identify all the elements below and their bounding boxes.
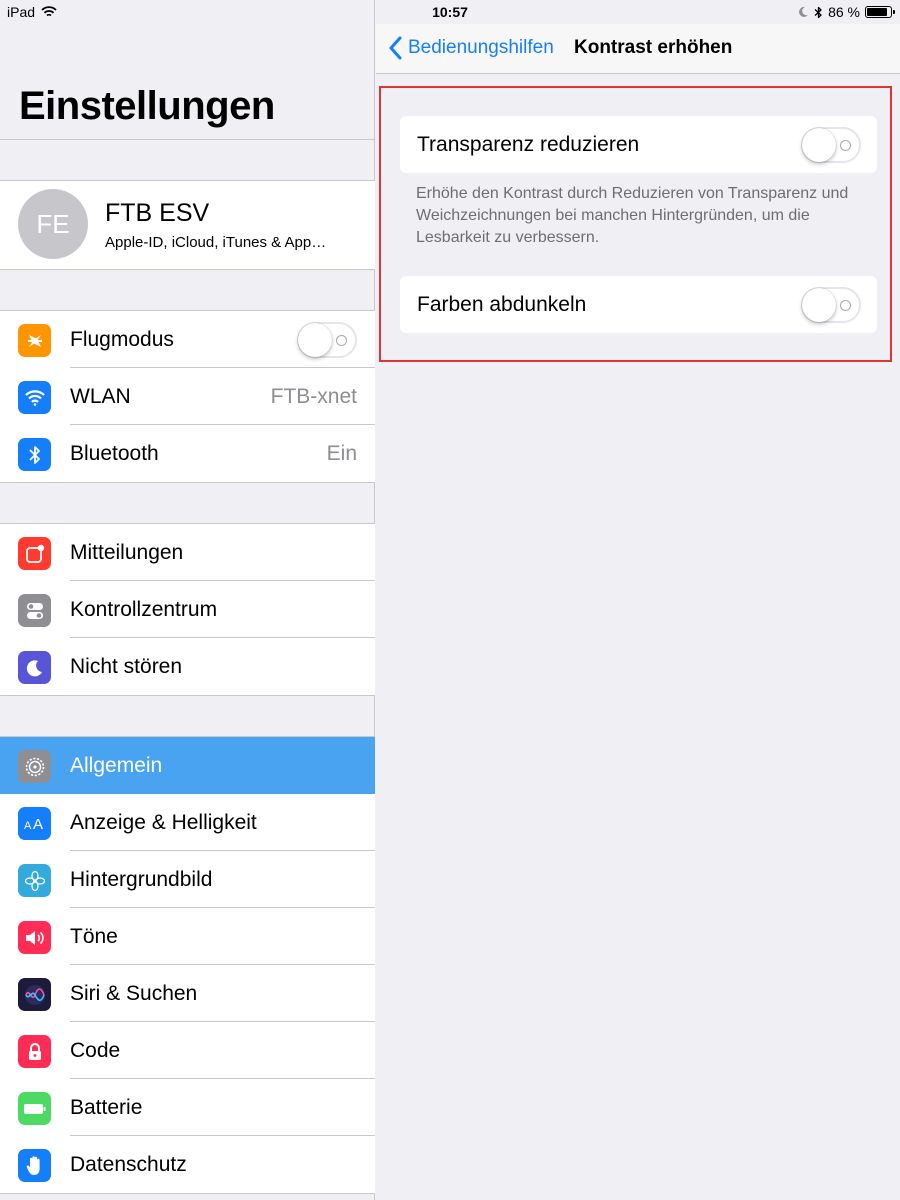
bluetooth-icon <box>18 438 51 471</box>
back-button[interactable]: Bedienungshilfen <box>388 36 554 60</box>
sidebar-item-label: Anzeige & Helligkeit <box>70 811 257 834</box>
svg-text:A: A <box>33 816 43 832</box>
sidebar-item-flugmodus[interactable]: Flugmodus <box>0 311 375 368</box>
sidebar-item-wlan[interactable]: WLAN FTB-xnet <box>0 368 375 425</box>
sidebar-item-label: Hintergrundbild <box>70 868 213 891</box>
sidebar-item-label: Bluetooth <box>70 442 159 465</box>
battery-icon <box>18 1092 51 1125</box>
status-bar: iPad 10:57 86 % <box>0 0 900 24</box>
nav-title: Kontrast erhöhen <box>574 37 733 58</box>
general-group: Allgemein AA Anzeige & Helligkeit Hinter… <box>0 736 375 1194</box>
chevron-left-icon <box>389 36 402 60</box>
sidebar-item-label: Datenschutz <box>70 1153 187 1176</box>
moon-icon <box>18 651 51 684</box>
sidebar-item-label: Nicht stören <box>70 655 183 678</box>
transparency-toggle[interactable] <box>801 127 861 163</box>
transparency-row: Transparenz reduzieren <box>400 116 877 173</box>
control-center-icon <box>18 594 51 627</box>
sidebar-item-label: Töne <box>70 925 118 948</box>
display-icon: AA <box>18 807 51 840</box>
connectivity-group: Flugmodus WLAN FTB-xnet Bluetooth Ein <box>0 310 375 483</box>
sidebar-item-label: Batterie <box>70 1096 143 1119</box>
siri-icon <box>18 978 51 1011</box>
hand-icon <box>18 1149 51 1182</box>
sidebar-item-nicht-stoeren[interactable]: Nicht stören <box>0 638 375 695</box>
sidebar-item-label: Flugmodus <box>70 328 174 351</box>
back-label: Bedienungshilfen <box>408 37 554 58</box>
sidebar-item-datenschutz[interactable]: Datenschutz <box>0 1136 375 1193</box>
divider <box>0 139 375 140</box>
gear-icon <box>18 750 51 783</box>
profile-name: FTB ESV <box>105 199 210 227</box>
profile-row[interactable]: FE FTB ESV Apple-ID, iCloud, iTunes & Ap… <box>0 180 375 270</box>
moon-status-icon <box>799 6 809 17</box>
airplane-mode-toggle[interactable] <box>297 322 357 358</box>
sidebar-item-label: WLAN <box>70 385 131 408</box>
sidebar-item-batterie[interactable]: Batterie <box>0 1079 375 1136</box>
profile-subtitle: Apple-ID, iCloud, iTunes & App… <box>105 234 327 251</box>
page-title: Einstellungen <box>19 84 275 128</box>
sidebar-item-code[interactable]: Code <box>0 1022 375 1079</box>
battery-percent: 86 % <box>828 4 860 20</box>
status-time: 10:57 <box>432 4 468 20</box>
notifications-group: Mitteilungen Kontrollzentrum Nicht störe… <box>0 523 375 696</box>
battery-status-icon <box>865 6 895 18</box>
darken-colors-toggle[interactable] <box>801 287 861 323</box>
sidebar-item-anzeige[interactable]: AA Anzeige & Helligkeit <box>0 794 375 851</box>
sidebar-item-label: Code <box>70 1039 121 1062</box>
sidebar-item-hintergrundbild[interactable]: Hintergrundbild <box>0 851 375 908</box>
airplane-icon <box>18 324 51 357</box>
notifications-icon <box>18 537 51 570</box>
sidebar-item-label: Kontrollzentrum <box>70 598 218 621</box>
avatar: FE <box>18 189 88 259</box>
svg-text:A: A <box>24 820 32 832</box>
sidebar-item-siri[interactable]: Siri & Suchen <box>0 965 375 1022</box>
bluetooth-value: Ein <box>326 442 357 465</box>
wlan-value: FTB-xnet <box>270 385 357 408</box>
wifi-icon <box>18 381 51 414</box>
lock-icon <box>18 1035 51 1068</box>
darken-colors-row: Farben abdunkeln <box>400 276 877 333</box>
transparency-label: Transparenz reduzieren <box>417 133 640 156</box>
darken-colors-label: Farben abdunkeln <box>417 293 587 316</box>
sidebar-item-bluetooth[interactable]: Bluetooth Ein <box>0 425 375 482</box>
sidebar-item-label: Allgemein <box>70 754 163 777</box>
navigation-bar: Bedienungshilfen Kontrast erhöhen <box>376 24 900 74</box>
detail-pane: Bedienungshilfen Kontrast erhöhen Transp… <box>376 0 900 1200</box>
bluetooth-status-icon <box>814 6 822 18</box>
sidebar-item-allgemein[interactable]: Allgemein <box>0 737 375 794</box>
settings-sidebar: Einstellungen FE FTB ESV Apple-ID, iClou… <box>0 0 375 1200</box>
sidebar-item-toene[interactable]: Töne <box>0 908 375 965</box>
sidebar-item-label: Mitteilungen <box>70 541 184 564</box>
wallpaper-icon <box>18 864 51 897</box>
sounds-icon <box>18 921 51 954</box>
sidebar-item-label: Siri & Suchen <box>70 982 198 1005</box>
sidebar-item-kontrollzentrum[interactable]: Kontrollzentrum <box>0 581 375 638</box>
sidebar-item-mitteilungen[interactable]: Mitteilungen <box>0 524 375 581</box>
transparency-footer: Erhöhe den Kontrast durch Reduzieren von… <box>416 185 849 246</box>
